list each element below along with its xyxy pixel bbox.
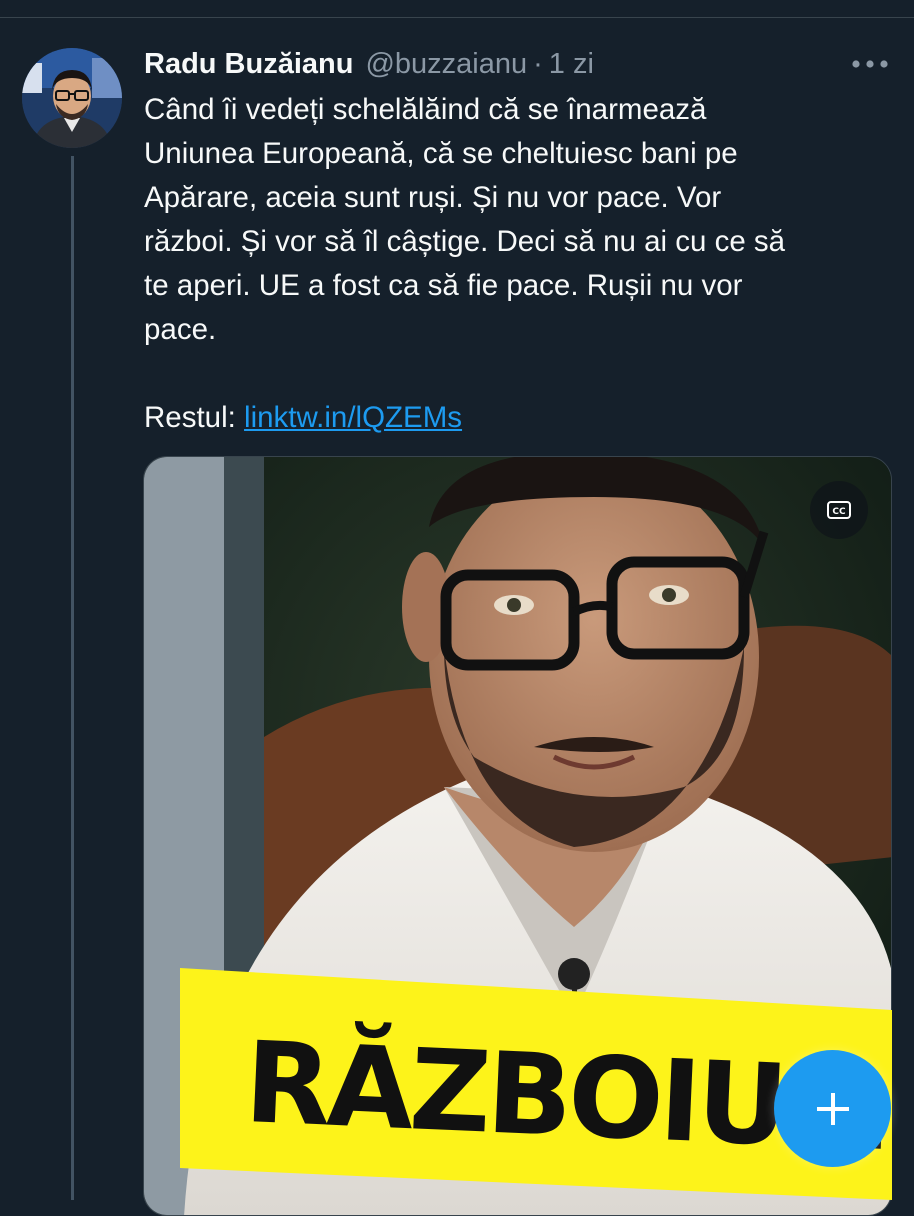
tweet-text-line: Când îi vedeți schelălăind că se înarmea… (144, 93, 707, 126)
avatar-image (22, 48, 122, 148)
author-handle[interactable]: @buzzaianu (365, 48, 527, 81)
author-name[interactable]: Radu Buzăianu (144, 48, 353, 81)
rest-line: Restul: linktw.in/lQZEMs (144, 396, 462, 440)
plus-icon (816, 1092, 849, 1125)
thread-line (71, 156, 74, 1200)
closed-captions-icon: CC (827, 501, 851, 519)
separator-dot: · (533, 47, 543, 80)
avatar[interactable] (22, 48, 122, 148)
tweet-timestamp[interactable]: 1 zi (549, 48, 594, 81)
tweet-header: Radu Buzăianu @buzzaianu · 1 zi (144, 44, 594, 84)
more-horizontal-icon (852, 60, 888, 68)
tweet-text-line: te aperi. UE a fost ca să fie pace. Ruși… (144, 269, 743, 302)
tweet-text-line: Uniunea Europeană, că se cheltuiesc bani… (144, 137, 738, 170)
svg-text:CC: CC (832, 507, 846, 517)
compose-button[interactable] (774, 1050, 891, 1167)
top-divider (0, 0, 914, 18)
more-options-button[interactable] (848, 50, 892, 78)
tweet-text-line: pace. (144, 313, 217, 346)
tweet-text-line: război. Și vor să îl câștige. Deci să nu… (144, 225, 786, 258)
tweet-link[interactable]: linktw.in/lQZEMs (244, 401, 462, 434)
rest-label: Restul: (144, 401, 236, 434)
tweet-text: Când îi vedeți schelălăind că se înarmea… (144, 88, 894, 352)
tweet-text-line: Apărare, aceia sunt ruși. Și nu vor pace… (144, 181, 722, 214)
closed-captions-button[interactable]: CC (810, 481, 868, 539)
